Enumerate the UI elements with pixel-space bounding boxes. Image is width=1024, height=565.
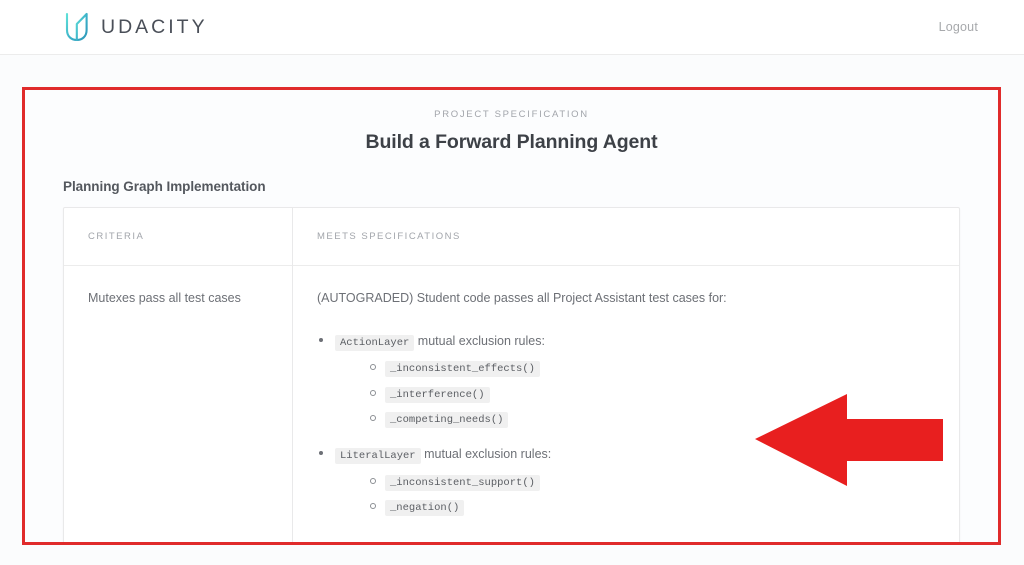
- rule-group-text: mutual exclusion rules:: [417, 333, 545, 348]
- code-inconsistent-support: _inconsistent_support(): [385, 474, 540, 491]
- red-annotation-frame: PROJECT SPECIFICATION Build a Forward Pl…: [22, 87, 1001, 545]
- code-negation: _negation(): [385, 500, 465, 516]
- udacity-u-logo-icon: [64, 12, 90, 42]
- list-item: _negation(): [369, 497, 935, 516]
- code-interference: _interference(): [385, 386, 490, 403]
- code-competing-needs: _competing_needs(): [385, 411, 509, 428]
- criteria-cell: Mutexes pass all test cases: [88, 291, 241, 305]
- page-title: Build a Forward Planning Agent: [365, 131, 658, 153]
- rule-group-literal-layer: LiteralLayer mutual exclusion rules: _in…: [317, 444, 935, 516]
- specification-intro: (AUTOGRADED) Student code passes all Pro…: [317, 291, 727, 305]
- specifications-cell: (AUTOGRADED) Student code passes all Pro…: [293, 266, 959, 542]
- list-item: _inconsistent_effects(): [369, 358, 935, 378]
- literal-layer-methods: _inconsistent_support() _negation(): [335, 472, 935, 516]
- criteria-column: CRITERIA Mutexes pass all test cases: [64, 208, 293, 542]
- rule-group-text: mutual exclusion rules:: [424, 447, 552, 462]
- criteria-column-header: CRITERIA: [64, 208, 292, 266]
- specifications-column: MEETS SPECIFICATIONS (AUTOGRADED) Studen…: [293, 208, 959, 542]
- criteria-table: CRITERIA Mutexes pass all test cases MEE…: [63, 207, 960, 542]
- mutex-rules-list: ActionLayer mutual exclusion rules: _inc…: [317, 331, 935, 517]
- code-literal-layer: LiteralLayer: [335, 448, 421, 465]
- project-specification-panel: PROJECT SPECIFICATION Build a Forward Pl…: [25, 90, 998, 542]
- action-layer-methods: _inconsistent_effects() _interference() …: [335, 358, 935, 428]
- code-inconsistent-effects: _inconsistent_effects(): [385, 361, 540, 378]
- rule-group-action-layer: ActionLayer mutual exclusion rules: _inc…: [317, 331, 935, 428]
- section-heading: Planning Graph Implementation: [63, 179, 266, 194]
- brand-logo[interactable]: UDACITY: [64, 12, 208, 42]
- list-item: _inconsistent_support(): [369, 472, 935, 491]
- specifications-column-header: MEETS SPECIFICATIONS: [293, 208, 959, 266]
- rule-group-label: LiteralLayer mutual exclusion rules:: [335, 447, 552, 465]
- list-item: _competing_needs(): [369, 409, 935, 428]
- rule-group-label: ActionLayer mutual exclusion rules:: [335, 333, 545, 351]
- page-kicker: PROJECT SPECIFICATION: [434, 109, 589, 120]
- logout-link[interactable]: Logout: [929, 14, 988, 40]
- page-body: PROJECT SPECIFICATION Build a Forward Pl…: [0, 55, 1024, 565]
- code-action-layer: ActionLayer: [335, 334, 415, 351]
- site-header: UDACITY Logout: [0, 0, 1024, 55]
- list-item: _interference(): [369, 384, 935, 403]
- brand-wordmark: UDACITY: [101, 15, 208, 38]
